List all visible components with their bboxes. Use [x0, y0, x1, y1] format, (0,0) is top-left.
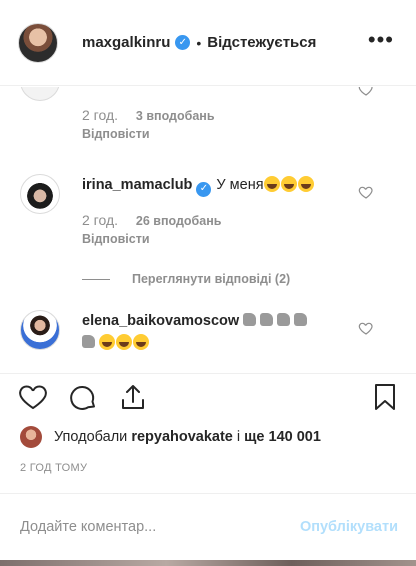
- comment-likes-count[interactable]: 26 вподобань: [136, 214, 222, 228]
- comment-bubble-icon[interactable]: [68, 382, 98, 412]
- follow-status-button[interactable]: Відстежується: [207, 34, 316, 51]
- save-bookmark-icon[interactable]: [370, 382, 400, 412]
- comment-like-heart-icon[interactable]: [358, 320, 374, 336]
- comment-item: 2 год. 3 вподобань Відповісти: [20, 87, 400, 147]
- more-options-icon[interactable]: •••: [368, 29, 394, 51]
- verified-badge-icon: ✓: [196, 181, 212, 197]
- commenter-avatar[interactable]: [20, 310, 60, 350]
- likes-summary: Уподобали repyahovakate і ще 140 001: [20, 425, 321, 449]
- separator-dot: •: [196, 34, 202, 51]
- thumbs-up-icon: [277, 313, 291, 326]
- post-header: maxgalkinru ✓ • Відстежується •••: [0, 0, 416, 86]
- comment-text: У меня: [216, 177, 264, 193]
- comment-meta: 2 год. 3 вподобань: [82, 107, 215, 123]
- likes-conjunction: і: [236, 429, 241, 445]
- grinning-squinting-face-icon: [280, 176, 297, 192]
- comment-body: irina_mamaclub ✓ У меня: [82, 174, 370, 197]
- liker-avatar[interactable]: [20, 426, 42, 448]
- author-avatar[interactable]: [18, 22, 58, 63]
- comment-meta: 2 год. 26 вподобань: [82, 212, 221, 228]
- thumbs-up-icon: [82, 335, 95, 348]
- author-username[interactable]: maxgalkinru: [82, 34, 170, 51]
- post-actions-bar: [0, 373, 416, 423]
- grinning-squinting-face-icon: [297, 176, 314, 192]
- commenter-username[interactable]: elena_baikovamoscow: [82, 313, 239, 329]
- comment-time: 2 год.: [82, 212, 119, 228]
- post-timestamp[interactable]: 2 ГОД ТОМУ: [20, 462, 87, 474]
- comment-reply-button[interactable]: Відповісти: [82, 127, 150, 141]
- next-post-preview-strip: [0, 560, 416, 566]
- comment-time: 2 год.: [82, 107, 119, 123]
- commenter-username[interactable]: irina_mamaclub: [82, 177, 192, 193]
- comment-item: irina_mamaclub ✓ У меня 2 год. 26 вподобан…: [20, 174, 400, 284]
- publish-button[interactable]: Опублікувати: [300, 519, 398, 535]
- comment-input[interactable]: [20, 519, 270, 535]
- comments-list[interactable]: 2 год. 3 вподобань Відповісти irina_mama…: [0, 87, 416, 373]
- liker-username[interactable]: repyahovakate: [131, 429, 233, 445]
- comment-body: elena_baikovamoscow: [82, 310, 370, 354]
- comment-item: elena_baikovamoscow: [20, 310, 400, 370]
- add-comment-form: Опублікувати: [0, 493, 416, 560]
- grinning-squinting-face-icon: [99, 334, 115, 350]
- grinning-squinting-face-icon: [133, 334, 149, 350]
- comment-like-heart-icon[interactable]: [358, 184, 374, 200]
- commenter-avatar[interactable]: [20, 87, 60, 101]
- comment-likes-count[interactable]: 3 вподобань: [136, 109, 215, 123]
- verified-badge-icon: ✓: [175, 35, 191, 50]
- commenter-avatar[interactable]: [20, 174, 60, 214]
- grinning-squinting-face-icon: [116, 334, 132, 350]
- comment-like-heart-icon[interactable]: [358, 87, 374, 97]
- view-replies-button[interactable]: Переглянути відповіді (2): [82, 272, 290, 286]
- share-upload-icon[interactable]: [118, 382, 148, 412]
- thumbs-up-icon: [294, 313, 308, 326]
- likes-prefix: Уподобали: [54, 429, 128, 445]
- likes-count-link[interactable]: ще 140 001: [244, 429, 321, 445]
- thumbs-up-icon: [260, 313, 274, 326]
- thumbs-up-icon: [243, 313, 257, 326]
- comment-reply-button[interactable]: Відповісти: [82, 232, 150, 246]
- like-heart-icon[interactable]: [18, 382, 48, 412]
- grinning-squinting-face-icon: [263, 176, 280, 192]
